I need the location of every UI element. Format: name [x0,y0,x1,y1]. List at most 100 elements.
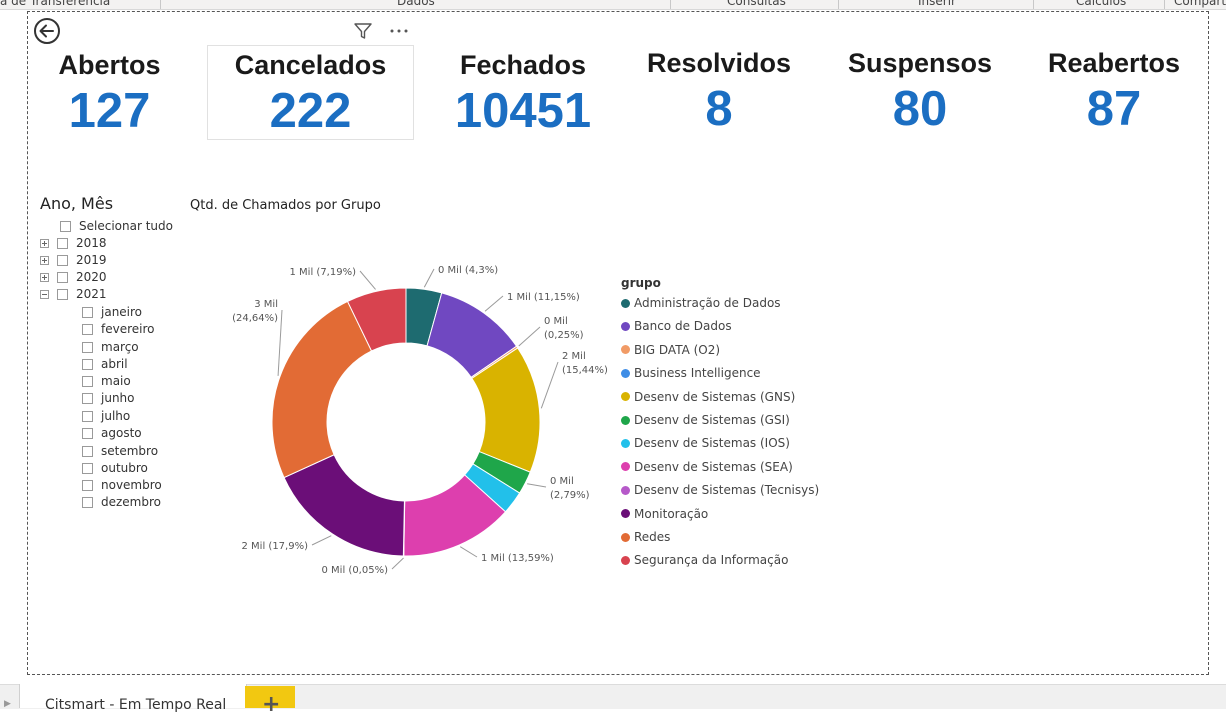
legend-marker [621,345,630,355]
slicer-month-junho[interactable]: junho [82,390,135,406]
checkbox[interactable] [57,271,68,283]
legend-marker [621,555,630,565]
legend-title: grupo [621,276,661,290]
back-arrow-icon[interactable] [33,17,61,45]
ribbon-group-clipboard[interactable]: a de Transferência [0,0,110,8]
checkbox[interactable] [57,288,68,300]
page-tab-label: Citsmart - Em Tempo Real [45,697,227,713]
collapse-icon[interactable] [40,289,49,299]
kpi-card-abertos[interactable]: Abertos 127 [42,50,177,136]
leader-line [484,295,504,312]
kpi-card-cancelados[interactable]: Cancelados 222 [217,50,404,136]
slicer-month-maio[interactable]: maio [82,373,131,389]
slicer-year-2018[interactable]: 2018 [40,235,107,251]
legend-marker [621,509,630,519]
legend-label: Segurança da Informação [634,553,789,568]
slicer-year-2019[interactable]: 2019 [40,252,107,268]
page-tab-current[interactable]: Citsmart - Em Tempo Real [19,684,247,713]
kpi-value: 87 [1086,82,1142,136]
checkbox[interactable] [57,254,68,266]
checkbox[interactable] [82,306,93,318]
slice-data-label: 0 Mil (0,05%) [322,565,389,576]
legend-item[interactable]: Desenv de Sistemas (Tecnisys) [621,483,819,497]
leader-line [423,268,435,288]
leader-line [359,270,376,290]
slicer-month-fevereiro[interactable]: fevereiro [82,321,155,337]
legend-item[interactable]: Monitoração [621,507,708,521]
ribbon-group-share[interactable]: Comparti [1174,0,1226,8]
expand-icon[interactable] [40,272,49,282]
slicer-month-outubro[interactable]: outubro [82,460,148,476]
legend-item[interactable]: Desenv de Sistemas (GNS) [621,390,795,404]
slicer-month-agosto[interactable]: agosto [82,425,142,441]
ribbon-group-calculations[interactable]: Cálculos [1076,0,1126,8]
slicer-month-julho[interactable]: julho [82,408,130,424]
slice-data-label: 3 Mil [254,299,278,310]
kpi-card-suspensos[interactable]: Suspensos 80 [834,48,1006,134]
ribbon-group-insert[interactable]: Inserir [918,0,956,8]
leader-line [459,546,478,558]
slicer-month-dezembro[interactable]: dezembro [82,494,161,510]
checkbox[interactable] [82,341,93,353]
legend-marker [621,485,630,495]
legend-item[interactable]: Redes [621,530,670,544]
expand-icon[interactable] [40,238,49,248]
add-icon: + [262,692,281,717]
checkbox[interactable] [60,220,71,232]
donut-chart[interactable]: 0 Mil (4,3%) 1 Mil (11,15%) 0 Mil (0,25%) 2 … [200,220,800,640]
checkbox[interactable] [82,427,93,439]
expand-icon[interactable] [40,255,49,265]
checkbox[interactable] [82,496,93,508]
checkbox[interactable] [57,237,68,249]
slicer-month-janeiro[interactable]: janeiro [82,304,142,320]
legend-marker [621,462,630,472]
kpi-card-resolvidos[interactable]: Resolvidos 8 [635,48,803,134]
add-page-button[interactable]: + [245,686,295,716]
legend-item[interactable]: Segurança da Informação [621,553,788,567]
slice-data-label: 1 Mil (11,15%) [507,292,580,303]
slicer-year-2021[interactable]: 2021 [40,286,107,302]
filter-icon[interactable] [352,20,374,42]
more-options-icon[interactable] [388,20,410,42]
ribbon-group-queries[interactable]: Consultas [727,0,786,8]
legend-item[interactable]: Business Intelligence [621,366,761,380]
checkbox[interactable] [82,323,93,335]
legend-item[interactable]: Desenv de Sistemas (GSI) [621,413,790,427]
checkbox[interactable] [82,358,93,370]
checkbox[interactable] [82,392,93,404]
slicer-month-abril[interactable]: abril [82,356,128,372]
checkbox[interactable] [82,479,93,491]
legend-item[interactable]: Banco de Dados [621,319,732,333]
slice-data-label: 1 Mil (7,19%) [290,267,357,278]
slicer-title: Ano, Mês [40,194,114,213]
kpi-value: 10451 [454,84,592,138]
legend-item[interactable]: Administração de Dados [621,296,781,310]
legend-label: Banco de Dados [634,319,732,334]
legend-label: Monitoração [634,506,709,521]
slice-data-label: 2 Mil [562,351,586,362]
checkbox[interactable] [82,462,93,474]
slice-data-label: (24,64%) [232,313,278,324]
legend-item[interactable]: Desenv de Sistemas (IOS) [621,436,790,450]
slicer-month-novembro[interactable]: novembro [82,477,162,493]
checkbox[interactable] [82,445,93,457]
slicer-month-marco[interactable]: março [82,339,139,355]
kpi-card-fechados[interactable]: Fechados 10451 [440,50,606,136]
legend-label: Business Intelligence [634,366,761,381]
legend-label: Desenv de Sistemas (GNS) [634,389,796,404]
leader-line [540,361,559,409]
slicer-month-setembro[interactable]: setembro [82,443,158,459]
kpi-card-reabertos[interactable]: Reabertos 87 [1032,48,1196,134]
kpi-value: 8 [705,82,733,136]
legend-item[interactable]: Desenv de Sistemas (SEA) [621,460,793,474]
ribbon-group-data[interactable]: Dados [397,0,435,8]
slicer-select-all[interactable]: Selecionar tudo [60,218,173,234]
chart-title: Qtd. de Chamados por Grupo [190,198,381,213]
slicer-year-2020[interactable]: 2020 [40,269,107,285]
donut-slice[interactable] [271,300,373,479]
checkbox[interactable] [82,375,93,387]
legend-label: Desenv de Sistemas (IOS) [634,436,790,451]
checkbox[interactable] [82,410,93,422]
legend-item[interactable]: BIG DATA (O2) [621,343,720,357]
kpi-value: 222 [269,84,352,138]
